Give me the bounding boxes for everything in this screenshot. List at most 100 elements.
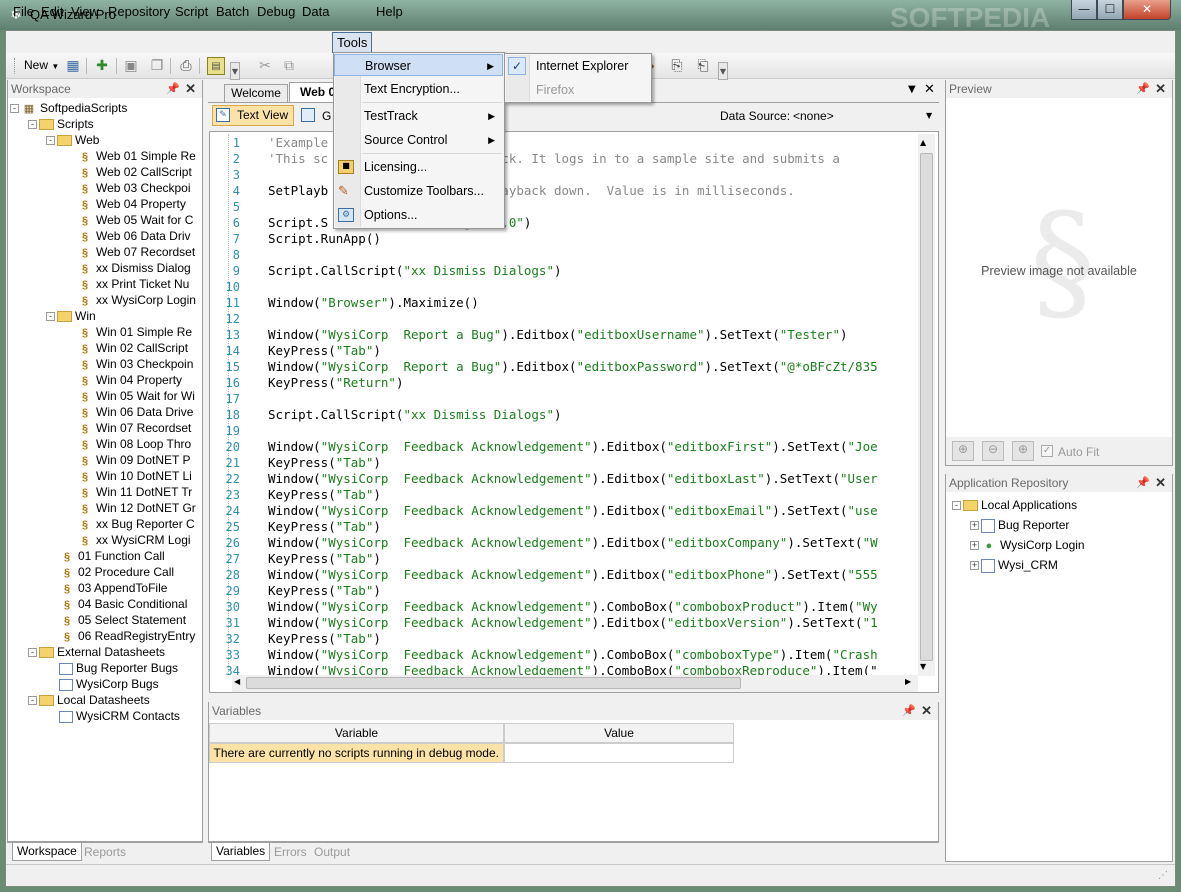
expand-icon[interactable]: + [970, 521, 979, 531]
close-button[interactable]: ✕ [1123, 0, 1171, 20]
tab-output[interactable]: Output [314, 845, 350, 859]
tree-item[interactable]: § Web 06 Data Driv [64, 228, 191, 244]
close-icon[interactable]: ✕ [1155, 80, 1166, 98]
open-project-icon[interactable]: ▦ [64, 57, 82, 75]
pin-icon[interactable]: 📌 [1136, 80, 1150, 98]
tree-item[interactable]: § xx Dismiss Dialog [64, 260, 191, 276]
tree-item[interactable]: WysiCRM Contacts [46, 708, 180, 724]
toolbar-overflow-icon[interactable]: ▼ [718, 62, 728, 80]
code-line[interactable] [268, 391, 916, 407]
code-line[interactable]: KeyPress("Return") [268, 375, 916, 391]
tree-item[interactable]: WysiCorp Bugs [46, 676, 159, 692]
code-line[interactable]: KeyPress("Tab") [268, 631, 916, 647]
tree-item[interactable]: - Local Applications [952, 497, 1077, 513]
code-line[interactable]: Window("WysiCorp Report a Bug").Editbox(… [268, 327, 916, 343]
code-line[interactable]: Window("Browser").Maximize() [268, 295, 916, 311]
grid-view-icon[interactable] [301, 108, 315, 122]
tree-item[interactable]: § Win 12 DotNET Gr [64, 500, 196, 516]
collapse-icon[interactable]: - [28, 696, 37, 706]
maximize-button[interactable]: ☐ [1097, 0, 1123, 20]
tree-item[interactable]: § 03 AppendToFile [46, 580, 167, 596]
menu-item-text-encryption[interactable]: Text Encryption... [334, 78, 503, 100]
code-line[interactable]: KeyPress("Tab") [268, 343, 916, 359]
menu-item-options[interactable]: Options... [334, 204, 503, 226]
code-line[interactable]: Window("WysiCorp Feedback Acknowledgemen… [268, 503, 916, 519]
code-line[interactable]: Window("WysiCorp Feedback Acknowledgemen… [268, 471, 916, 487]
autofit-checkbox[interactable]: ✓ [1041, 445, 1053, 457]
tree-item[interactable]: § Win 10 DotNET Li [64, 468, 192, 484]
close-tab-icon[interactable]: ✕ [924, 82, 935, 97]
tab-errors[interactable]: Errors [274, 845, 307, 859]
expand-icon[interactable]: + [970, 541, 979, 551]
step-over-icon[interactable]: ⎗ [694, 57, 712, 75]
tree-item[interactable]: § Win 05 Wait for Wi [64, 388, 195, 404]
tree-item[interactable]: - Web [46, 132, 99, 148]
tree-item[interactable]: § xx Print Ticket Nu [64, 276, 189, 292]
tree-item[interactable]: - Local Datasheets [28, 692, 150, 708]
grid-view-label[interactable]: G [322, 109, 331, 123]
menu-edit[interactable]: Edit [37, 3, 67, 21]
code-line[interactable]: Window("WysiCorp Report a Bug").Editbox(… [268, 359, 916, 375]
toolbar-overflow-icon[interactable]: ▼ [230, 62, 240, 80]
tree-item[interactable]: § xx WysiCorp Login [64, 292, 196, 308]
tree-item[interactable]: § Win 11 DotNET Tr [64, 484, 192, 500]
pin-icon[interactable]: 📌 [902, 702, 916, 720]
scroll-down-icon[interactable]: ▼ [920, 662, 926, 671]
collapse-icon[interactable]: - [28, 120, 37, 130]
menu-item-browser[interactable]: Browser ▶ [334, 54, 503, 76]
tree-item[interactable]: § xx WysiCRM Logi [64, 532, 191, 548]
menu-repository[interactable]: Repository [104, 3, 174, 21]
tab-variables[interactable]: Variables [211, 843, 271, 861]
code-line[interactable]: KeyPress("Tab") [268, 519, 916, 535]
code-line[interactable]: KeyPress("Tab") [268, 551, 916, 567]
scroll-up-icon[interactable]: ▲ [920, 138, 926, 147]
tree-item[interactable]: § Web 02 CallScript [64, 164, 192, 180]
close-icon[interactable]: ✕ [1155, 474, 1166, 492]
data-source-value[interactable]: <none> [793, 109, 834, 123]
tree-item[interactable]: § 06 ReadRegistryEntry [46, 628, 195, 644]
new-button[interactable]: New ▼ [24, 58, 59, 72]
code-line[interactable]: Window("WysiCorp Feedback Acknowledgemen… [268, 663, 916, 675]
tab-list-arrow-icon[interactable]: ▼ [908, 84, 916, 95]
pin-icon[interactable]: 📌 [1136, 474, 1150, 492]
code-line[interactable] [268, 423, 916, 439]
print-icon[interactable]: ⎙ [177, 57, 195, 75]
tree-item[interactable]: § Win 08 Loop Thro [64, 436, 191, 452]
code-line[interactable]: Script.CallScript("xx Dismiss Dialogs") [268, 263, 916, 279]
tab-welcome[interactable]: Welcome [224, 84, 288, 102]
code-line[interactable]: Window("WysiCorp Feedback Acknowledgemen… [268, 647, 916, 663]
code-line[interactable]: KeyPress("Tab") [268, 455, 916, 471]
code-line[interactable] [268, 247, 916, 263]
zoom-out-icon[interactable]: ⊖ [982, 441, 1004, 461]
tree-item[interactable]: - ▦ SoftpediaScripts [10, 100, 127, 116]
scroll-left-icon[interactable]: ◀ [234, 677, 240, 686]
tree-item[interactable]: § Web 05 Wait for C [64, 212, 193, 228]
tree-item[interactable]: + Bug Reporter [970, 517, 1069, 533]
tree-item[interactable]: § Win 04 Property [64, 372, 182, 388]
tree-item[interactable]: § 02 Procedure Call [46, 564, 174, 580]
zoom-fit-icon[interactable]: ⊕ [952, 441, 974, 461]
vertical-scroll-thumb[interactable] [920, 153, 933, 661]
tree-item[interactable]: § Win 06 Data Drive [64, 404, 193, 420]
tree-item[interactable]: § xx Bug Reporter C [64, 516, 195, 532]
menu-help[interactable]: Help [372, 3, 407, 21]
tree-item[interactable]: - External Datasheets [28, 644, 165, 660]
collapse-icon[interactable]: - [28, 648, 37, 658]
code-line[interactable] [268, 279, 916, 295]
step-icon[interactable]: ⎘ [668, 57, 686, 75]
menu-item-customize-toolbars[interactable]: Customize Toolbars... [334, 180, 503, 202]
tree-item[interactable]: + ● WysiCorp Login [970, 537, 1085, 553]
minimize-button[interactable]: — [1071, 0, 1097, 20]
menu-item-licensing[interactable]: Licensing... [334, 156, 503, 178]
menu-debug[interactable]: Debug [253, 3, 299, 21]
tree-item[interactable]: § Web 07 Recordset [64, 244, 195, 260]
copy-icon[interactable]: ⧉ [280, 57, 298, 75]
tree-item[interactable]: § Web 03 Checkpoi [64, 180, 191, 196]
tree-item[interactable]: § 01 Function Call [46, 548, 165, 564]
code-line[interactable]: Script.CallScript("xx Dismiss Dialogs") [268, 407, 916, 423]
scroll-right-icon[interactable]: ▶ [905, 677, 911, 686]
column-header-variable[interactable]: Variable [209, 723, 504, 743]
column-header-value[interactable]: Value [504, 723, 734, 743]
tree-item[interactable]: - Scripts [28, 116, 94, 132]
tab-web-script[interactable]: Web 0 [289, 82, 339, 102]
